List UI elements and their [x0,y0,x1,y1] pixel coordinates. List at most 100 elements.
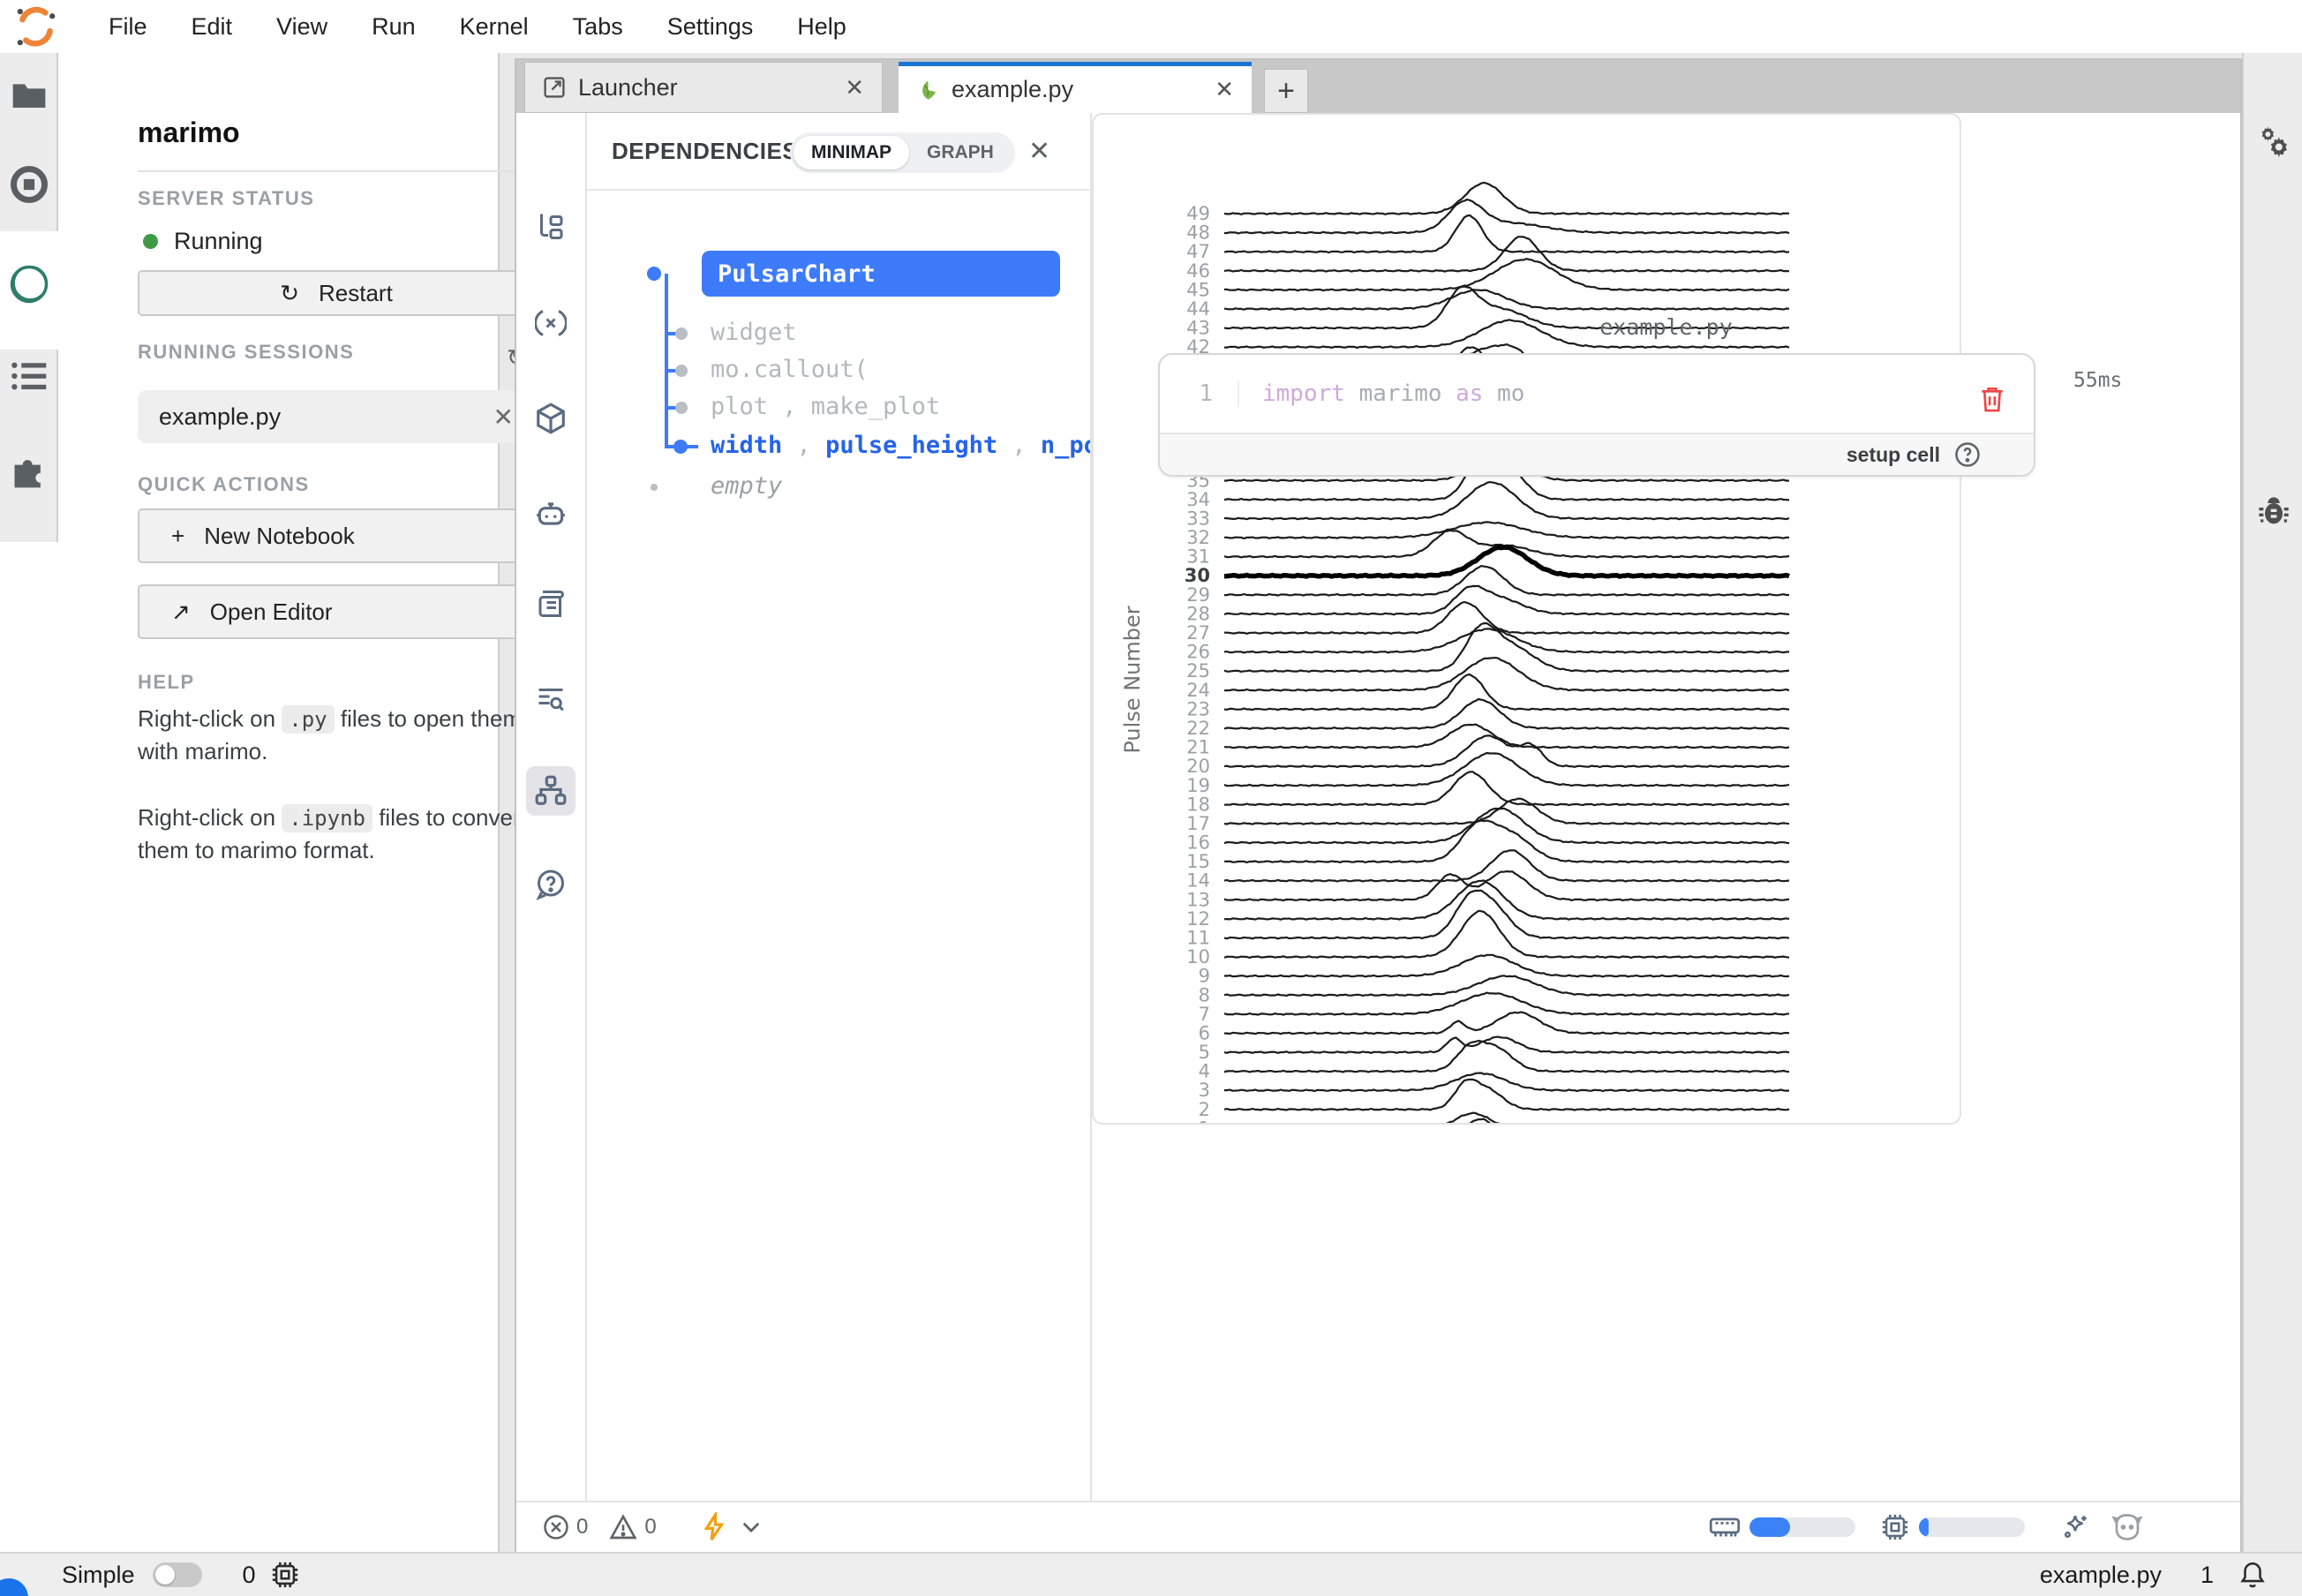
plus-icon: + [171,523,184,550]
delete-cell-trash-icon[interactable] [1979,385,2005,413]
svg-text:5: 5 [1199,1042,1210,1063]
running-sessions-heading: RUNNING SESSIONS [138,341,354,364]
warnings-icon[interactable] [609,1514,637,1540]
copilot-cat-icon[interactable] [2111,1512,2143,1542]
cell-runtime: 55ms [2073,369,2122,392]
inner-toolbar [516,113,587,1501]
chevron-down-icon[interactable] [741,1521,761,1533]
svg-text:16: 16 [1186,832,1210,854]
svg-text:24: 24 [1186,680,1210,701]
menu-kernel[interactable]: Kernel [460,13,529,41]
simple-mode-toggle[interactable] [153,1562,202,1587]
close-session-icon[interactable]: ✕ [493,403,514,432]
table-of-contents-icon[interactable] [11,360,48,392]
marimo-sidebar: marimo SERVER STATUS Running ↻ Restart R… [58,53,500,1552]
svg-text:48: 48 [1186,222,1210,244]
menu-tabs[interactable]: Tabs [573,13,623,41]
scratchpad-icon[interactable] [526,579,576,629]
tree-node-selected[interactable]: PulsarChart [702,251,1060,297]
svg-text:31: 31 [1186,546,1210,568]
run-mode-lightning-icon[interactable] [701,1512,727,1542]
svg-text:19: 19 [1186,775,1210,796]
new-tab-button[interactable]: + [1264,69,1308,113]
setup-help-icon[interactable] [1954,441,1981,468]
tab-close-icon[interactable]: ✕ [845,74,864,102]
error-count: 0 [576,1515,588,1540]
menu-view[interactable]: View [276,13,327,41]
tree-node-variables[interactable]: width , pulse_height , n_poi [711,432,1092,459]
dependencies-icon[interactable] [526,766,576,816]
tab-example-py[interactable]: example.py✕ [899,62,1252,113]
debugger-bug-icon[interactable] [2256,494,2291,530]
active-file-label: example.py [2040,1562,2162,1589]
toggle-minimap[interactable]: MINIMAP [794,136,909,169]
external-link-icon: ↗ [171,598,191,626]
svg-text:46: 46 [1186,260,1210,282]
packages-icon[interactable] [526,394,576,443]
variables-icon[interactable] [526,298,576,348]
menu-run[interactable]: Run [372,13,416,41]
menu-settings[interactable]: Settings [667,13,754,41]
dependencies-header: DEPENDENCIES MINIMAPGRAPH ✕ [587,113,1090,191]
svg-text:21: 21 [1186,737,1210,758]
minimap-graph-toggle: MINIMAPGRAPH [790,132,1015,173]
session-item[interactable]: example.py ✕ [138,390,535,443]
svg-text:11: 11 [1186,928,1210,949]
svg-text:45: 45 [1186,279,1210,300]
new-notebook-button[interactable]: + New Notebook [138,508,535,563]
setup-cell-label: setup cell [1847,443,1940,467]
menu-edit[interactable]: Edit [192,13,233,41]
new-notebook-label: New Notebook [204,523,355,550]
tree-node-empty[interactable]: empty [711,472,782,500]
pulsar-ridgeline-chart: Pulse Number0204060801001201401601802002… [1094,115,1960,1125]
open-editor-button[interactable]: ↗ Open Editor [138,584,535,639]
close-panel-icon[interactable]: ✕ [1028,136,1050,167]
server-status-value: Running [174,228,263,255]
help-item: Right-click on .py files to open them wi… [138,703,544,768]
help-bubble-icon[interactable] [526,860,576,909]
tree-node[interactable]: plot , make_plot [711,393,940,420]
tab-label: Launcher [578,74,845,102]
svg-text:14: 14 [1186,870,1210,892]
code-line[interactable]: import marimo as mo [1238,380,1524,407]
tab-launcher[interactable]: Launcher✕ [524,62,883,113]
menu-file[interactable]: File [109,13,147,41]
svg-text:8: 8 [1199,984,1210,1005]
marimo-circle-icon[interactable] [6,261,52,307]
kernel-chip-icon[interactable] [270,1560,300,1590]
code-cell[interactable]: 1 import marimo as mo setup cell [1158,353,2035,477]
tree-node[interactable]: widget [711,319,797,346]
cell-code-row[interactable]: 1 import marimo as mo [1160,355,2034,433]
file-tree-icon[interactable] [526,201,576,251]
menubar: File Edit View Run Kernel Tabs Settings Help [0,0,2302,53]
quick-actions-heading: QUICK ACTIONS [138,473,310,496]
folder-icon[interactable] [11,79,47,109]
tree-node[interactable]: mo.callout( [711,356,869,383]
cpu-icon [1880,1512,1910,1542]
file-extension-chip: .py [282,705,334,734]
svg-text:30: 30 [1185,565,1210,586]
notebook-area: example.py 1 import marimo as mo setup c… [1092,113,2240,1501]
errors-icon[interactable] [543,1514,569,1540]
bell-icon[interactable] [2238,1560,2267,1590]
activity-bar [0,53,58,1552]
tab-label: example.py [952,76,1215,103]
open-editor-label: Open Editor [210,598,333,626]
svg-text:15: 15 [1186,851,1210,872]
ai-sparkle-icon[interactable] [2060,1512,2090,1542]
property-inspector-gears-icon[interactable] [2256,124,2291,159]
svg-text:12: 12 [1186,908,1210,930]
restart-button[interactable]: ↻ Restart [138,270,535,316]
running-kernels-icon[interactable] [11,166,48,203]
svg-text:9: 9 [1199,966,1210,987]
svg-text:1: 1 [1199,1118,1210,1125]
os-status-bar: Simple 0 example.py 1 [0,1552,2302,1596]
extensions-icon[interactable] [10,452,49,491]
logs-icon[interactable] [526,674,576,724]
ai-robot-icon[interactable] [526,489,576,538]
svg-text:28: 28 [1186,603,1210,624]
status-dot-icon [143,234,158,249]
toggle-graph[interactable]: GRAPH [909,136,1012,169]
tab-close-icon[interactable]: ✕ [1215,76,1234,103]
menu-help[interactable]: Help [797,13,846,41]
